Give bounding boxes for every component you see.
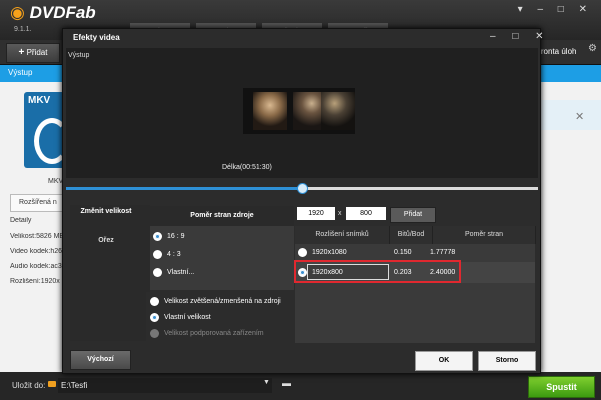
task-queue-button[interactable]: Fronta úloh	[536, 43, 586, 61]
radio-res-1920x1080[interactable]	[298, 248, 307, 257]
gear-icon[interactable]: ⚙	[588, 43, 597, 54]
preview-person-right	[321, 92, 355, 130]
video-preview-frame	[243, 88, 355, 134]
table-row-bits: 0.150	[394, 249, 412, 256]
output-subbar-label: Výstup	[8, 68, 33, 77]
folder-icon	[48, 381, 56, 387]
add-button[interactable]: + Přidat	[6, 43, 60, 63]
app-logo: ◉ DVDFab	[10, 3, 96, 22]
table-header-resolution: Rozlišení snímků	[295, 226, 390, 244]
source-ratio-header: Poměr stran zdroje	[150, 206, 294, 226]
playback-slider-fill	[66, 187, 302, 190]
ratio-custom-label: Vlastní...	[167, 269, 195, 276]
ratio-4-3-label: 4 : 3	[167, 251, 181, 258]
table-header-bits: Bitů/Bod	[390, 226, 433, 244]
preview-person-left	[253, 92, 287, 130]
output-label: Výstup	[68, 52, 90, 59]
dialog-window-controls[interactable]: – □ ✕	[490, 31, 551, 42]
duration-label: Délka(00:51:30)	[222, 164, 272, 171]
size-source-label: Velikost zvětšená/zmenšená na zdroji	[164, 298, 281, 305]
file-row-strip	[538, 100, 601, 130]
app-version: 9.1.1.	[14, 26, 32, 33]
advanced-settings-button[interactable]: Rozšířená n	[10, 194, 68, 212]
chevron-down-icon[interactable]: ▼	[263, 379, 270, 386]
tab-resize[interactable]: Změnit velikost	[70, 208, 142, 215]
size-device-label: Velikost podporovaná zařízením	[164, 330, 264, 337]
cancel-button[interactable]: Storno	[478, 351, 536, 371]
remove-file-icon[interactable]: ✕	[575, 110, 584, 123]
times-label: x	[338, 210, 342, 217]
details-label: Detaily	[10, 217, 32, 224]
size-custom-label: Vlastní velikost	[164, 314, 211, 321]
table-row-resolution: 1920x1080	[312, 249, 347, 256]
effects-tab-column	[70, 205, 150, 341]
output-path-field[interactable]: E:\Tesfi	[58, 378, 272, 393]
table-header-ratio: Poměr stran	[433, 226, 536, 244]
detail-size: Velikost:5826 MB	[10, 233, 65, 240]
detail-resolution: Rozlišení:1920x	[10, 278, 60, 285]
radio-ratio-4-3[interactable]	[153, 250, 162, 259]
detail-audio-codec: Audio kodek:ac3	[10, 263, 62, 270]
highlight-box	[294, 260, 461, 283]
ratio-16-9-label: 16 : 9	[167, 233, 185, 240]
default-button[interactable]: Výchozí	[70, 350, 131, 370]
detail-video-codec: Video kodek:h264	[10, 248, 66, 255]
height-input[interactable]: 800	[346, 207, 386, 220]
tab-crop[interactable]: Ořez	[70, 237, 142, 244]
ok-button[interactable]: OK	[415, 351, 473, 371]
radio-ratio-16-9[interactable]	[153, 232, 162, 241]
playback-slider-handle[interactable]	[297, 183, 308, 194]
radio-size-source[interactable]	[150, 297, 159, 306]
disc-logo-icon: ◉	[10, 3, 25, 22]
main-window-controls[interactable]: ▾ – □ ✕	[518, 4, 593, 15]
radio-size-custom[interactable]	[150, 313, 159, 322]
start-button[interactable]: Spustit	[528, 376, 595, 398]
format-text: MKV	[48, 178, 64, 185]
table-row-ratio: 1.77778	[430, 249, 456, 256]
width-input[interactable]: 1920	[297, 207, 335, 220]
plus-icon: +	[18, 47, 25, 58]
radio-size-device	[150, 329, 159, 338]
save-to-label: Uložit do:	[12, 381, 46, 390]
add-resolution-button[interactable]: Přidat	[390, 207, 436, 223]
radio-ratio-custom[interactable]	[153, 268, 162, 277]
dialog-title: Efekty videa	[73, 33, 120, 42]
browse-folder-icon[interactable]: ▬	[282, 378, 294, 392]
mkv-badge-label: MKV	[28, 95, 51, 106]
